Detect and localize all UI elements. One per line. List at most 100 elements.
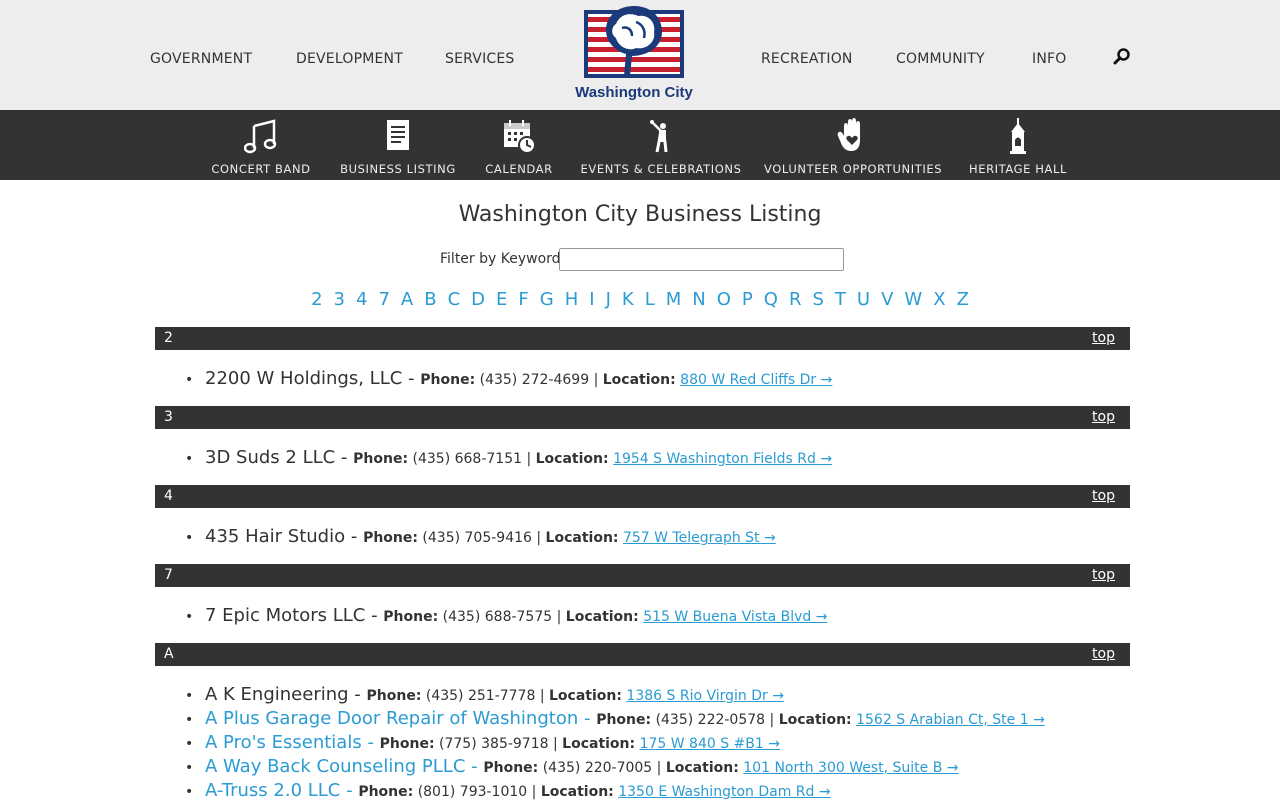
letter-link-z[interactable]: Z xyxy=(957,289,969,310)
business-entry: • 7 Epic Motors LLC - Phone: (435) 688-75… xyxy=(185,605,827,626)
letter-link-k[interactable]: K xyxy=(622,289,634,310)
quick-link-volunteer[interactable]: VOLUNTEER OPPORTUNITIES xyxy=(764,110,942,180)
location-link[interactable]: 757 W Telegraph St → xyxy=(623,530,776,546)
business-name-link[interactable]: A-Truss 2.0 LLC xyxy=(205,780,340,801)
phone-number: (435) 272-4699 xyxy=(479,372,590,388)
letter-link-a[interactable]: A xyxy=(401,289,413,310)
letter-link-h[interactable]: H xyxy=(565,289,579,310)
separator: | xyxy=(535,688,549,704)
location-label: Location: xyxy=(665,760,739,776)
nav-community[interactable]: COMMUNITY xyxy=(896,51,985,67)
business-entry: • A Plus Garage Door Repair of Washington… xyxy=(185,708,1045,729)
section-header-a: Atop xyxy=(155,643,1130,666)
section-letter: 7 xyxy=(164,567,173,583)
site-header: GOVERNMENT DEVELOPMENT SERVICES Washingt… xyxy=(0,0,1280,110)
business-name-link[interactable]: A Pro's Essentials xyxy=(205,732,362,753)
nav-services[interactable]: SERVICES xyxy=(445,51,515,67)
letter-link-3[interactable]: 3 xyxy=(334,289,345,310)
letter-link-c[interactable]: C xyxy=(448,289,461,310)
location-link[interactable]: 101 North 300 West, Suite B → xyxy=(743,760,958,776)
letter-link-s[interactable]: S xyxy=(812,289,823,310)
location-link[interactable]: 880 W Red Cliffs Dr → xyxy=(680,372,832,388)
business-entry: • 2200 W Holdings, LLC - Phone: (435) 272… xyxy=(185,368,832,389)
bullet: • xyxy=(185,372,194,388)
quick-link-concert-band[interactable]: CONCERT BAND xyxy=(205,110,317,180)
keyword-filter-input[interactable] xyxy=(559,248,844,271)
nav-info[interactable]: INFO xyxy=(1032,51,1066,67)
quick-link-heritage-hall[interactable]: HERITAGE HALL xyxy=(966,110,1070,180)
name-separator: - xyxy=(345,526,364,547)
section-header-3: 3 top xyxy=(155,406,1130,429)
phone-label: Phone: xyxy=(358,784,414,800)
back-to-top-link[interactable]: top xyxy=(1092,330,1115,346)
letter-link-i[interactable]: I xyxy=(589,289,594,310)
letter-link-v[interactable]: V xyxy=(881,289,893,310)
location-link[interactable]: 1350 E Washington Dam Rd → xyxy=(618,784,830,800)
phone-number: (435) 220-7005 xyxy=(542,760,653,776)
page-title: Washington City Business Listing xyxy=(458,202,822,227)
letter-link-t[interactable]: T xyxy=(835,289,846,310)
phone-number: (801) 793-1010 xyxy=(417,784,528,800)
letter-link-e[interactable]: E xyxy=(496,289,507,310)
letter-link-w[interactable]: W xyxy=(904,289,922,310)
back-to-top-link[interactable]: top xyxy=(1092,567,1115,583)
letter-link-r[interactable]: R xyxy=(789,289,802,310)
letter-link-d[interactable]: D xyxy=(471,289,485,310)
phone-number: (435) 668-7151 xyxy=(412,451,523,467)
phone-label: Phone: xyxy=(483,760,539,776)
site-logo[interactable]: Washington City xyxy=(566,4,702,104)
search-icon[interactable] xyxy=(1112,47,1132,67)
business-entry: • A K Engineering - Phone: (435) 251-7778… xyxy=(185,684,784,705)
location-label: Location: xyxy=(778,712,852,728)
quick-link-business-listing[interactable]: BUSINESS LISTING xyxy=(338,110,458,180)
phone-label: Phone: xyxy=(420,372,476,388)
location-label: Location: xyxy=(545,530,619,546)
nav-recreation[interactable]: RECREATION xyxy=(761,51,853,67)
section-letter: 3 xyxy=(164,409,173,425)
back-to-top-link[interactable]: top xyxy=(1092,646,1115,662)
location-link[interactable]: 1954 S Washington Fields Rd → xyxy=(613,451,832,467)
letter-link-g[interactable]: G xyxy=(540,289,554,310)
letter-link-m[interactable]: M xyxy=(666,289,682,310)
letter-link-4[interactable]: 4 xyxy=(356,289,367,310)
separator: | xyxy=(589,372,603,388)
business-name-link[interactable]: A Plus Garage Door Repair of Washington xyxy=(205,708,578,729)
letter-link-o[interactable]: O xyxy=(717,289,731,310)
quick-link-events[interactable]: EVENTS & CELEBRATIONS xyxy=(580,110,742,180)
letter-link-l[interactable]: L xyxy=(645,289,655,310)
letter-link-p[interactable]: P xyxy=(742,289,753,310)
back-to-top-link[interactable]: top xyxy=(1092,488,1115,504)
separator: | xyxy=(531,530,546,546)
letter-link-b[interactable]: B xyxy=(424,289,436,310)
location-label: Location: xyxy=(602,372,676,388)
letter-link-f[interactable]: F xyxy=(518,289,528,310)
quick-link-calendar[interactable]: CALENDAR xyxy=(478,110,560,180)
separator: | xyxy=(548,736,563,752)
location-link[interactable]: 175 W 840 S #B1 → xyxy=(640,736,780,752)
letter-link-j[interactable]: J xyxy=(606,289,611,310)
letter-link-u[interactable]: U xyxy=(857,289,870,310)
business-name-link[interactable]: A Way Back Counseling PLLC xyxy=(205,756,465,777)
location-label: Location: xyxy=(562,736,636,752)
bell-tower-icon xyxy=(1001,118,1035,154)
bullet: • xyxy=(185,784,194,800)
letter-link-n[interactable]: N xyxy=(692,289,705,310)
location-label: Location: xyxy=(549,688,622,704)
bullet: • xyxy=(185,609,194,625)
letter-link-x[interactable]: X xyxy=(933,289,945,310)
location-link[interactable]: 1386 S Rio Virgin Dr → xyxy=(626,688,784,704)
back-to-top-link[interactable]: top xyxy=(1092,409,1115,425)
logo-text: Washington City xyxy=(575,84,693,101)
bullet: • xyxy=(185,451,194,467)
nav-government[interactable]: GOVERNMENT xyxy=(150,51,252,67)
nav-development[interactable]: DEVELOPMENT xyxy=(296,51,403,67)
letter-link-q[interactable]: Q xyxy=(764,289,778,310)
location-link[interactable]: 1562 S Arabian Ct, Ste 1 → xyxy=(856,712,1045,728)
location-link[interactable]: 515 W Buena Vista Blvd → xyxy=(643,609,827,625)
letter-link-2[interactable]: 2 xyxy=(311,289,322,310)
section-letter: 2 xyxy=(164,330,173,346)
section-header-2: 2 top xyxy=(155,327,1130,350)
bullet: • xyxy=(185,736,194,752)
letter-link-7[interactable]: 7 xyxy=(378,289,389,310)
alphabet-index: 2347ABCDEFGHIJKLMNOPQRSTUVWXZ xyxy=(0,289,1280,310)
